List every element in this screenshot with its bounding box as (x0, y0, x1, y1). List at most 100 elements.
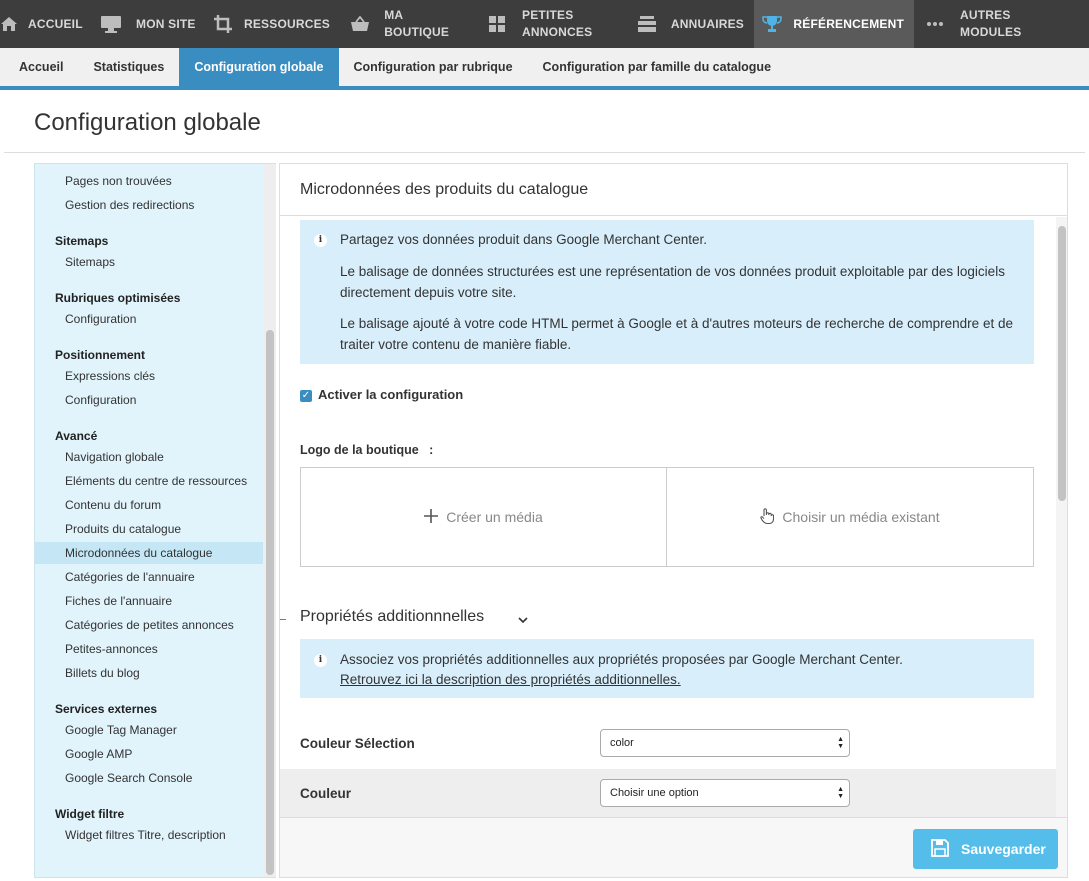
sidebar-item-navigation-globale[interactable]: Navigation globale (35, 446, 263, 468)
couleur-selection-select[interactable]: color ▲ ▼ (600, 729, 850, 757)
select-arrows-icon: ▲ ▼ (837, 786, 844, 800)
top-navigation: ACCUEIL MON SITE RESSOURCES MA BOUTIQUE … (0, 0, 1089, 48)
tab-statistiques[interactable]: Statistiques (78, 48, 179, 86)
save-button[interactable]: Sauvegarder (913, 829, 1058, 869)
sidebar-scrollbar-thumb[interactable] (266, 330, 274, 875)
select-value: color (610, 737, 634, 749)
stack-icon (634, 0, 661, 48)
floppy-disk-icon (931, 838, 949, 860)
info-box: i Partagez vos données produit dans Goog… (300, 220, 1034, 364)
divider (4, 152, 1085, 153)
sidebar-item-expressions-cles[interactable]: Expressions clés (35, 365, 263, 387)
section-title[interactable]: Propriétés additionnnelles (300, 608, 484, 626)
sidebar: Pages non trouvées Gestion des redirecti… (34, 163, 276, 878)
choose-media-label: Choisir un média existant (782, 509, 940, 525)
crop-icon (212, 0, 234, 48)
sidebar-item-microdonnees-catalogue[interactable]: Microdonnées du catalogue (35, 542, 263, 564)
monitor-icon (96, 0, 126, 48)
create-media-button[interactable]: Créer un média (300, 467, 667, 567)
create-media-label: Créer un média (446, 509, 543, 525)
basket-icon (346, 0, 374, 48)
info-text: Le balisage de données structurées est u… (340, 264, 1005, 300)
sidebar-item-configuration[interactable]: Configuration (35, 308, 263, 330)
sidebar-item-widget-filtres[interactable]: Widget filtres Titre, description (35, 824, 263, 846)
nav-item-autres-modules[interactable]: AUTRES MODULES (914, 0, 1049, 48)
main-panel: Microdonnées des produits du catalogue i… (279, 163, 1068, 878)
select-value: Choisir une option (610, 787, 699, 799)
sidebar-group-title: Sitemaps (55, 234, 109, 248)
info-icon: i (314, 654, 327, 667)
sidebar-item-fiches-annuaire[interactable]: Fiches de l'annuaire (35, 590, 263, 612)
logo-label-colon: : (429, 443, 434, 457)
tab-configuration-par-rubrique[interactable]: Configuration par rubrique (339, 48, 528, 86)
trophy-icon (760, 0, 783, 48)
nav-label: PETITES ANNONCES (522, 8, 593, 39)
activate-checkbox[interactable]: ✓ (300, 390, 312, 402)
save-label: Sauvegarder (961, 841, 1046, 857)
logo-label: Logo de la boutique : (300, 443, 433, 457)
sidebar-item-contenu-forum[interactable]: Contenu du forum (35, 494, 263, 516)
hand-pointer-icon (760, 507, 775, 527)
field-row: Couleur Sélection color ▲ ▼ (280, 719, 1056, 769)
sidebar-group-title: Services externes (55, 702, 158, 716)
sidebar-group-title: Avancé (55, 429, 98, 443)
logo-label-text: Logo de la boutique (300, 443, 419, 457)
nav-label: ANNUAIRES (670, 16, 744, 31)
sub-tabs: Accueil Statistiques Configuration globa… (0, 48, 1089, 90)
nav-item-referencement[interactable]: RÉFÉRENCEMENT (754, 0, 914, 48)
nav-item-accueil[interactable]: ACCUEIL (0, 0, 90, 48)
checkbox-label: Activer la configuration (318, 387, 464, 402)
panel-title: Microdonnées des produits du catalogue (300, 181, 589, 198)
info-text: Le balisage ajouté à votre code HTML per… (340, 316, 1013, 352)
sidebar-item-sitemaps[interactable]: Sitemaps (35, 251, 263, 273)
couleur-select[interactable]: Choisir une option ▲ ▼ (600, 779, 850, 807)
tab-configuration-par-famille[interactable]: Configuration par famille du catalogue (528, 48, 787, 86)
nav-label: MA BOUTIQUE (384, 8, 450, 39)
nav-item-ressources[interactable]: RESSOURCES (206, 0, 340, 48)
field-row: Couleur Choisir une option ▲ ▼ (280, 769, 1056, 819)
tab-accueil[interactable]: Accueil (0, 48, 78, 86)
sidebar-item-google-tag-manager[interactable]: Google Tag Manager (35, 719, 263, 741)
select-arrows-icon: ▲ ▼ (837, 736, 844, 750)
sidebar-item-elements-centre-ressources[interactable]: Eléments du centre de ressources (35, 470, 263, 492)
nav-label: AUTRES MODULES (960, 8, 1022, 39)
nav-item-petites-annonces[interactable]: PETITES ANNONCES (476, 0, 628, 48)
nav-label: ACCUEIL (28, 16, 83, 31)
sidebar-item-categories-annuaire[interactable]: Catégories de l'annuaire (35, 566, 263, 588)
description-link[interactable]: Retrouvez ici la description des proprié… (340, 669, 1030, 690)
nav-label: RESSOURCES (243, 16, 330, 31)
choose-media-button[interactable]: Choisir un média existant (666, 467, 1034, 567)
main-scrollbar-thumb[interactable] (1058, 226, 1066, 501)
info-text: Partagez vos données produit dans Google… (340, 232, 707, 247)
plus-icon (424, 508, 439, 526)
info-box: i Associez vos propriétés additionnelles… (300, 639, 1034, 698)
sidebar-group-title: Positionnement (55, 348, 146, 362)
page-title: Configuration globale (34, 109, 261, 136)
nav-item-mon-site[interactable]: MON SITE (90, 0, 206, 48)
sidebar-group-title: Widget filtre (55, 807, 125, 821)
sidebar-item-pages-non-trouvees[interactable]: Pages non trouvées (35, 170, 263, 192)
sidebar-item-produits-catalogue[interactable]: Produits du catalogue (35, 518, 263, 540)
nav-label: MON SITE (136, 16, 196, 31)
sidebar-group-title: Rubriques optimisées (55, 291, 181, 305)
sidebar-item-billets-blog[interactable]: Billets du blog (35, 662, 263, 684)
nav-label: RÉFÉRENCEMENT (793, 16, 904, 31)
sidebar-item-gestion-redirections[interactable]: Gestion des redirections (35, 194, 263, 216)
field-label: Couleur Sélection (300, 736, 415, 751)
panel-header: Microdonnées des produits du catalogue (280, 164, 1067, 216)
sidebar-item-configuration[interactable]: Configuration (35, 389, 263, 411)
sidebar-item-petites-annonces[interactable]: Petites-annonces (35, 638, 263, 660)
sidebar-item-google-amp[interactable]: Google AMP (35, 743, 263, 765)
panel-footer: Sauvegarder (280, 817, 1067, 877)
nav-item-ma-boutique[interactable]: MA BOUTIQUE (340, 0, 476, 48)
tab-configuration-globale[interactable]: Configuration globale (179, 48, 339, 86)
info-text: Associez vos propriétés additionnelles a… (340, 652, 903, 667)
sidebar-item-google-search-console[interactable]: Google Search Console (35, 767, 263, 789)
field-label: Couleur (300, 786, 352, 801)
chevron-down-icon[interactable] (518, 611, 528, 629)
info-icon: i (314, 234, 327, 247)
grid-icon (482, 0, 512, 48)
nav-item-annuaires[interactable]: ANNUAIRES (628, 0, 754, 48)
sidebar-item-categories-petites-annonces[interactable]: Catégories de petites annonces (35, 614, 263, 636)
section-marker (280, 619, 286, 620)
